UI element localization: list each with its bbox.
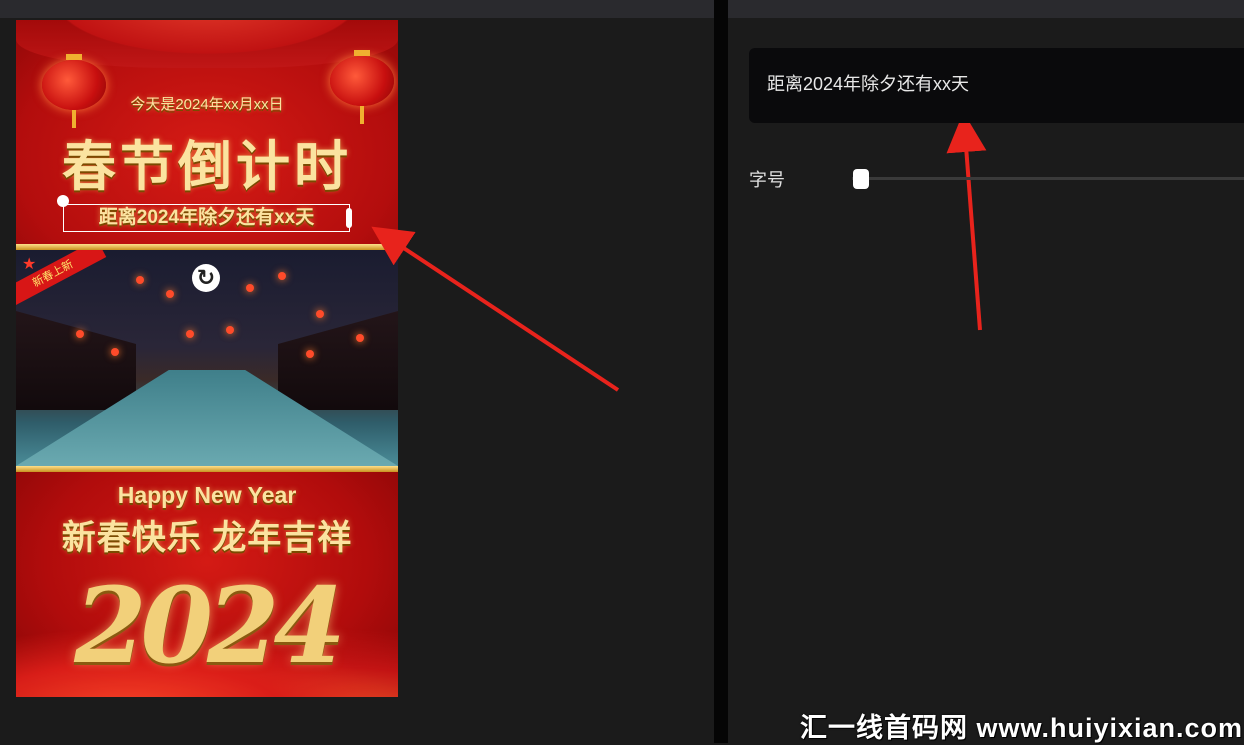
font-size-label: 字号 <box>749 170 785 190</box>
font-size-slider-knob[interactable] <box>853 169 869 189</box>
watermark-text: 汇一线首码网 www.huiyixian.com <box>800 713 1244 743</box>
text-content-input[interactable]: 距离2024年除夕还有xx天 <box>749 48 1244 123</box>
annotation-arrow-left <box>371 226 620 392</box>
font-size-slider[interactable] <box>852 177 1244 180</box>
annotation-arrow-right <box>946 112 987 331</box>
